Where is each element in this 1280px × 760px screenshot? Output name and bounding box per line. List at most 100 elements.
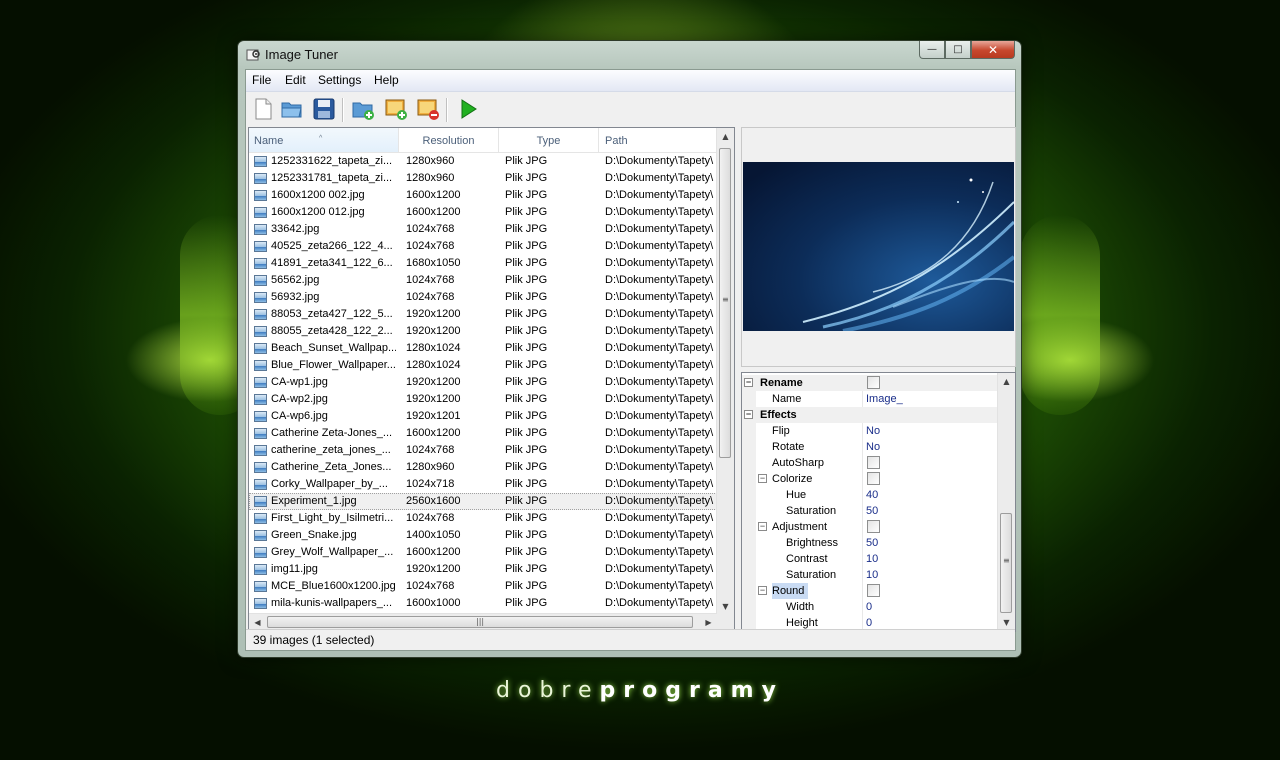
column-header-name[interactable]: ^ Name xyxy=(249,128,399,152)
list-vertical-scrollbar[interactable]: ▲ ≡ ▼ xyxy=(716,128,734,615)
table-row[interactable]: Corky_Wallpaper_by_... 1024x718 Plik JPG D:… xyxy=(249,476,717,493)
table-row[interactable]: 33642.jpg 1024x768 Plik JPG D:\Dokumenty\Ta… xyxy=(249,221,717,238)
cell-name: 41891_zeta341_122_6... xyxy=(271,257,393,269)
column-header-path[interactable]: Path xyxy=(599,128,717,152)
property-checkbox[interactable] xyxy=(867,456,880,469)
property-margin xyxy=(742,551,756,567)
table-row[interactable]: Grey_Wolf_Wallpaper_... 1600x1200 Plik JPG… xyxy=(249,544,717,561)
collapse-icon[interactable]: − xyxy=(758,586,767,595)
table-row[interactable]: 1252331622_tapeta_zi... 1280x960 Plik JPG D… xyxy=(249,153,717,170)
table-row[interactable]: Experiment_1.jpg 2560x1600 Plik JPG D:\Doku… xyxy=(249,493,717,510)
property-value[interactable]: 50 xyxy=(866,503,996,519)
property-divider xyxy=(862,423,863,439)
table-row[interactable]: First_Light_by_Isilmetri... 1024x768 Plik … xyxy=(249,510,717,527)
table-row[interactable]: MCE_Blue1600x1200.jpg 1024x768 Plik JPG D:\… xyxy=(249,578,717,595)
property-row-rotate[interactable]: Rotate No xyxy=(742,439,998,455)
property-row-autosharp[interactable]: AutoSharp xyxy=(742,455,998,471)
property-row-adjustment[interactable]: − Adjustment xyxy=(742,519,998,535)
property-row-flip[interactable]: Flip No xyxy=(742,423,998,439)
save-icon[interactable] xyxy=(312,97,336,121)
add-image-icon[interactable] xyxy=(384,97,408,121)
menu-settings[interactable]: Settings xyxy=(318,73,361,87)
table-row[interactable]: img11.jpg 1920x1200 Plik JPG D:\Dokumenty\T… xyxy=(249,561,717,578)
table-row[interactable]: mila-kunis-wallpapers_... 1600x1000 Plik J… xyxy=(249,595,717,612)
property-row-colorize[interactable]: − Colorize xyxy=(742,471,998,487)
table-row[interactable]: Blue_Flower_Wallpaper... 1280x1024 Plik JP… xyxy=(249,357,717,374)
new-file-icon[interactable] xyxy=(251,97,275,121)
open-folder-icon[interactable] xyxy=(280,97,304,121)
table-row[interactable]: CA-wp6.jpg 1920x1201 Plik JPG D:\Dokumenty\… xyxy=(249,408,717,425)
collapse-icon[interactable]: − xyxy=(744,378,753,387)
property-checkbox[interactable] xyxy=(867,376,880,389)
property-row-hue[interactable]: Hue 40 xyxy=(742,487,998,503)
status-text: 39 images (1 selected) xyxy=(253,633,375,647)
property-checkbox[interactable] xyxy=(867,472,880,485)
property-row-round[interactable]: − Round xyxy=(742,583,998,599)
property-margin xyxy=(742,487,756,503)
remove-image-icon[interactable] xyxy=(416,97,440,121)
property-row-effects[interactable]: − Effects xyxy=(742,407,998,423)
property-row-width[interactable]: Width 0 xyxy=(742,599,998,615)
collapse-icon[interactable]: − xyxy=(744,410,753,419)
property-row-contrast[interactable]: Contrast 10 xyxy=(742,551,998,567)
property-value[interactable]: No xyxy=(866,439,996,455)
property-value[interactable]: 10 xyxy=(866,567,996,583)
table-row[interactable]: CA-wp2.jpg 1920x1200 Plik JPG D:\Dokumenty\… xyxy=(249,391,717,408)
table-row[interactable]: Catherine Zeta-Jones_... 1600x1200 Plik JP… xyxy=(249,425,717,442)
scroll-up-arrow[interactable]: ▲ xyxy=(998,373,1015,390)
table-row[interactable]: 88053_zeta427_122_5... 1920x1200 Plik JPG D… xyxy=(249,306,717,323)
property-row-saturation[interactable]: Saturation 50 xyxy=(742,503,998,519)
scroll-thumb[interactable]: ||| xyxy=(267,616,693,628)
table-row[interactable]: 40525_zeta266_122_4... 1024x768 Plik JPG D:… xyxy=(249,238,717,255)
menu-file[interactable]: File xyxy=(252,73,271,87)
close-button[interactable]: ✕ xyxy=(971,41,1015,59)
table-row[interactable]: 56932.jpg 1024x768 Plik JPG D:\Dokumenty\Ta… xyxy=(249,289,717,306)
scroll-up-arrow[interactable]: ▲ xyxy=(717,128,734,145)
column-header-type[interactable]: Type xyxy=(499,128,599,152)
property-value[interactable]: 10 xyxy=(866,551,996,567)
table-row[interactable]: CA-wp1.jpg 1920x1200 Plik JPG D:\Dokumenty\… xyxy=(249,374,717,391)
cell-name: CA-wp6.jpg xyxy=(271,410,328,422)
property-grid[interactable]: − Rename Name Image_ − Effects Flip No Rotate No A… xyxy=(741,372,1016,632)
column-header-resolution[interactable]: Resolution xyxy=(399,128,499,152)
scroll-thumb[interactable]: ≡ xyxy=(719,148,731,458)
property-value[interactable]: 0 xyxy=(866,599,996,615)
property-value[interactable]: 40 xyxy=(866,487,996,503)
property-row-name[interactable]: Name Image_ xyxy=(742,391,998,407)
table-row[interactable]: Green_Snake.jpg 1400x1050 Plik JPG D:\Dokum… xyxy=(249,527,717,544)
property-checkbox[interactable] xyxy=(867,520,880,533)
menu-edit[interactable]: Edit xyxy=(285,73,306,87)
title-bar[interactable]: Image Tuner — □ ✕ xyxy=(238,41,1021,69)
run-icon[interactable] xyxy=(456,97,480,121)
property-row-brightness[interactable]: Brightness 50 xyxy=(742,535,998,551)
table-row[interactable]: Catherine_Zeta_Jones... 1280x960 Plik JPG D… xyxy=(249,459,717,476)
minimize-button[interactable]: — xyxy=(919,41,945,59)
add-folder-icon[interactable] xyxy=(351,97,375,121)
table-row[interactable]: catherine_zeta_jones_... 1024x768 Plik JPG… xyxy=(249,442,717,459)
table-row[interactable]: Beach_Sunset_Wallpap... 1280x1024 Plik JPG… xyxy=(249,340,717,357)
image-file-icon xyxy=(254,326,267,337)
table-row[interactable]: 1252331781_tapeta_zi... 1280x960 Plik JPG D… xyxy=(249,170,717,187)
scroll-down-arrow[interactable]: ▼ xyxy=(717,598,734,615)
collapse-icon[interactable]: − xyxy=(758,474,767,483)
table-row[interactable]: 41891_zeta341_122_6... 1680x1050 Plik JPG D… xyxy=(249,255,717,272)
property-value[interactable]: 50 xyxy=(866,535,996,551)
table-row[interactable]: 1600x1200 012.jpg 1600x1200 Plik JPG D:\Dok… xyxy=(249,204,717,221)
scroll-thumb[interactable]: ≡ xyxy=(1000,513,1012,613)
collapse-icon[interactable]: − xyxy=(758,522,767,531)
property-value[interactable]: Image_ xyxy=(866,391,996,407)
image-file-icon xyxy=(254,513,267,524)
property-checkbox[interactable] xyxy=(867,584,880,597)
maximize-button[interactable]: □ xyxy=(945,41,971,59)
property-row-saturation[interactable]: Saturation 10 xyxy=(742,567,998,583)
cell-type: Plik JPG xyxy=(505,444,548,456)
property-value[interactable]: No xyxy=(866,423,996,439)
file-list[interactable]: ^ Name Resolution Type Path 1252331622_t… xyxy=(248,127,735,632)
menu-help[interactable]: Help xyxy=(374,73,399,87)
table-row[interactable]: 88055_zeta428_122_2... 1920x1200 Plik JPG D… xyxy=(249,323,717,340)
table-row[interactable]: 56562.jpg 1024x768 Plik JPG D:\Dokumenty\Ta… xyxy=(249,272,717,289)
table-row[interactable]: 1600x1200 002.jpg 1600x1200 Plik JPG D:\Dok… xyxy=(249,187,717,204)
property-divider xyxy=(862,471,863,487)
property-scrollbar[interactable]: ▲ ≡ ▼ xyxy=(997,373,1015,631)
property-row-rename[interactable]: − Rename xyxy=(742,375,998,391)
